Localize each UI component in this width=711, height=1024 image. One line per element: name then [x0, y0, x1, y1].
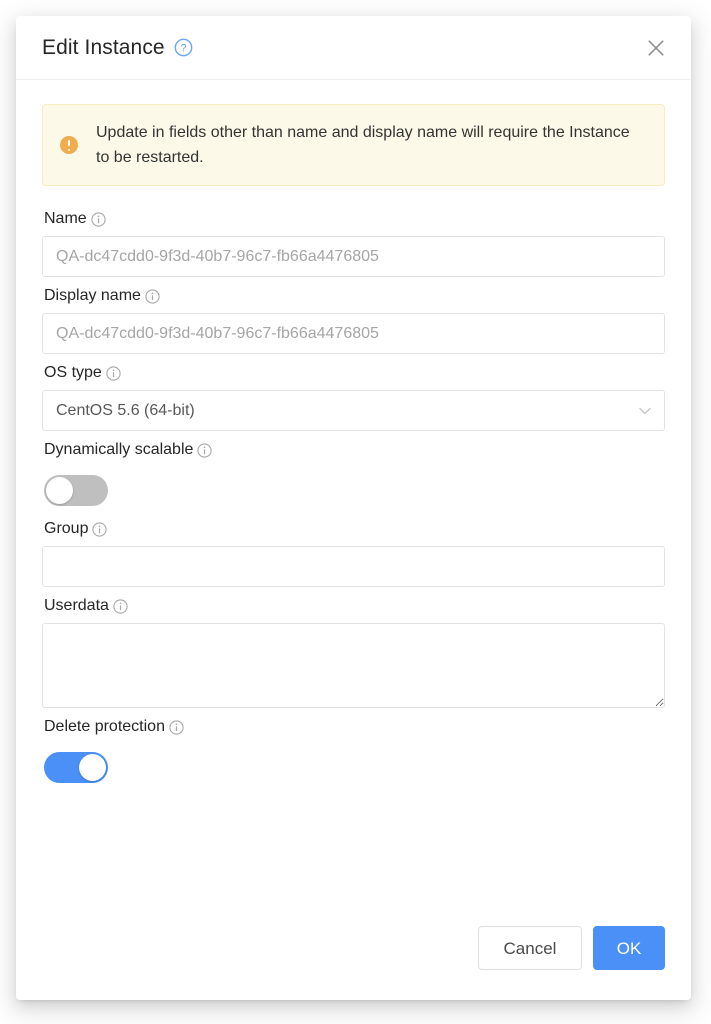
dialog-footer: Cancel OK — [16, 926, 691, 1000]
toggle-knob — [79, 754, 106, 781]
os-type-select-wrapper: CentOS 5.6 (64-bit) — [42, 390, 665, 431]
os-type-selected-value: CentOS 5.6 (64-bit) — [56, 401, 195, 419]
field-group: Group — [42, 512, 665, 587]
info-circle-icon[interactable] — [92, 521, 108, 537]
field-userdata: Userdata — [42, 589, 665, 708]
toggle-knob — [46, 477, 73, 504]
dialog-title: Edit Instance — [42, 36, 165, 59]
field-delete-protection-label-row: Delete protection — [42, 710, 665, 744]
display-name-input[interactable] — [42, 313, 665, 354]
field-delete-protection: Delete protection — [42, 710, 665, 783]
field-group-label: Group — [44, 520, 89, 537]
info-circle-icon[interactable] — [169, 719, 184, 735]
field-name-label: Name — [44, 210, 87, 227]
field-display-name-label-row: Display name — [42, 279, 665, 313]
field-userdata-label-row: Userdata — [42, 589, 665, 623]
name-input[interactable] — [42, 236, 665, 277]
userdata-textarea[interactable] — [42, 623, 665, 708]
group-input[interactable] — [42, 546, 665, 587]
exclamation-circle-icon — [60, 136, 78, 154]
dialog-body: Update in fields other than name and dis… — [16, 80, 691, 783]
field-userdata-label: Userdata — [44, 597, 109, 614]
question-circle-icon[interactable]: ? — [174, 38, 193, 57]
svg-text:?: ? — [180, 43, 186, 55]
os-type-select[interactable]: CentOS 5.6 (64-bit) — [42, 390, 665, 431]
edit-instance-dialog: Edit Instance ? Update in fields other t… — [16, 16, 691, 1000]
field-os-type-label-row: OS type — [42, 356, 665, 390]
info-circle-icon[interactable] — [106, 365, 121, 381]
info-circle-icon[interactable] — [145, 288, 160, 304]
field-delete-protection-label: Delete protection — [44, 718, 165, 735]
cancel-button[interactable]: Cancel — [478, 926, 582, 970]
info-circle-icon[interactable] — [113, 598, 128, 614]
dynamically-scalable-toggle[interactable] — [44, 475, 108, 506]
close-icon[interactable] — [643, 35, 669, 61]
ok-button[interactable]: OK — [593, 926, 665, 970]
delete-protection-toggle[interactable] — [44, 752, 108, 783]
field-dynamically-scalable-label-row: Dynamically scalable — [42, 433, 665, 467]
warning-alert: Update in fields other than name and dis… — [42, 104, 665, 186]
warning-alert-message: Update in fields other than name and dis… — [96, 124, 630, 166]
field-display-name-label: Display name — [44, 287, 141, 304]
dialog-header: Edit Instance ? — [16, 16, 691, 80]
field-os-type-label: OS type — [44, 364, 102, 381]
info-circle-icon[interactable] — [197, 442, 213, 458]
field-display-name: Display name — [42, 279, 665, 354]
field-name-label-row: Name — [42, 202, 665, 236]
field-dynamically-scalable-label: Dynamically scalable — [44, 441, 194, 458]
info-circle-icon[interactable] — [91, 211, 106, 227]
field-dynamically-scalable: Dynamically scalable — [42, 433, 665, 506]
field-group-label-row: Group — [42, 512, 665, 546]
field-os-type: OS type CentOS 5.6 (64-bit) — [42, 356, 665, 431]
field-name: Name — [42, 202, 665, 277]
